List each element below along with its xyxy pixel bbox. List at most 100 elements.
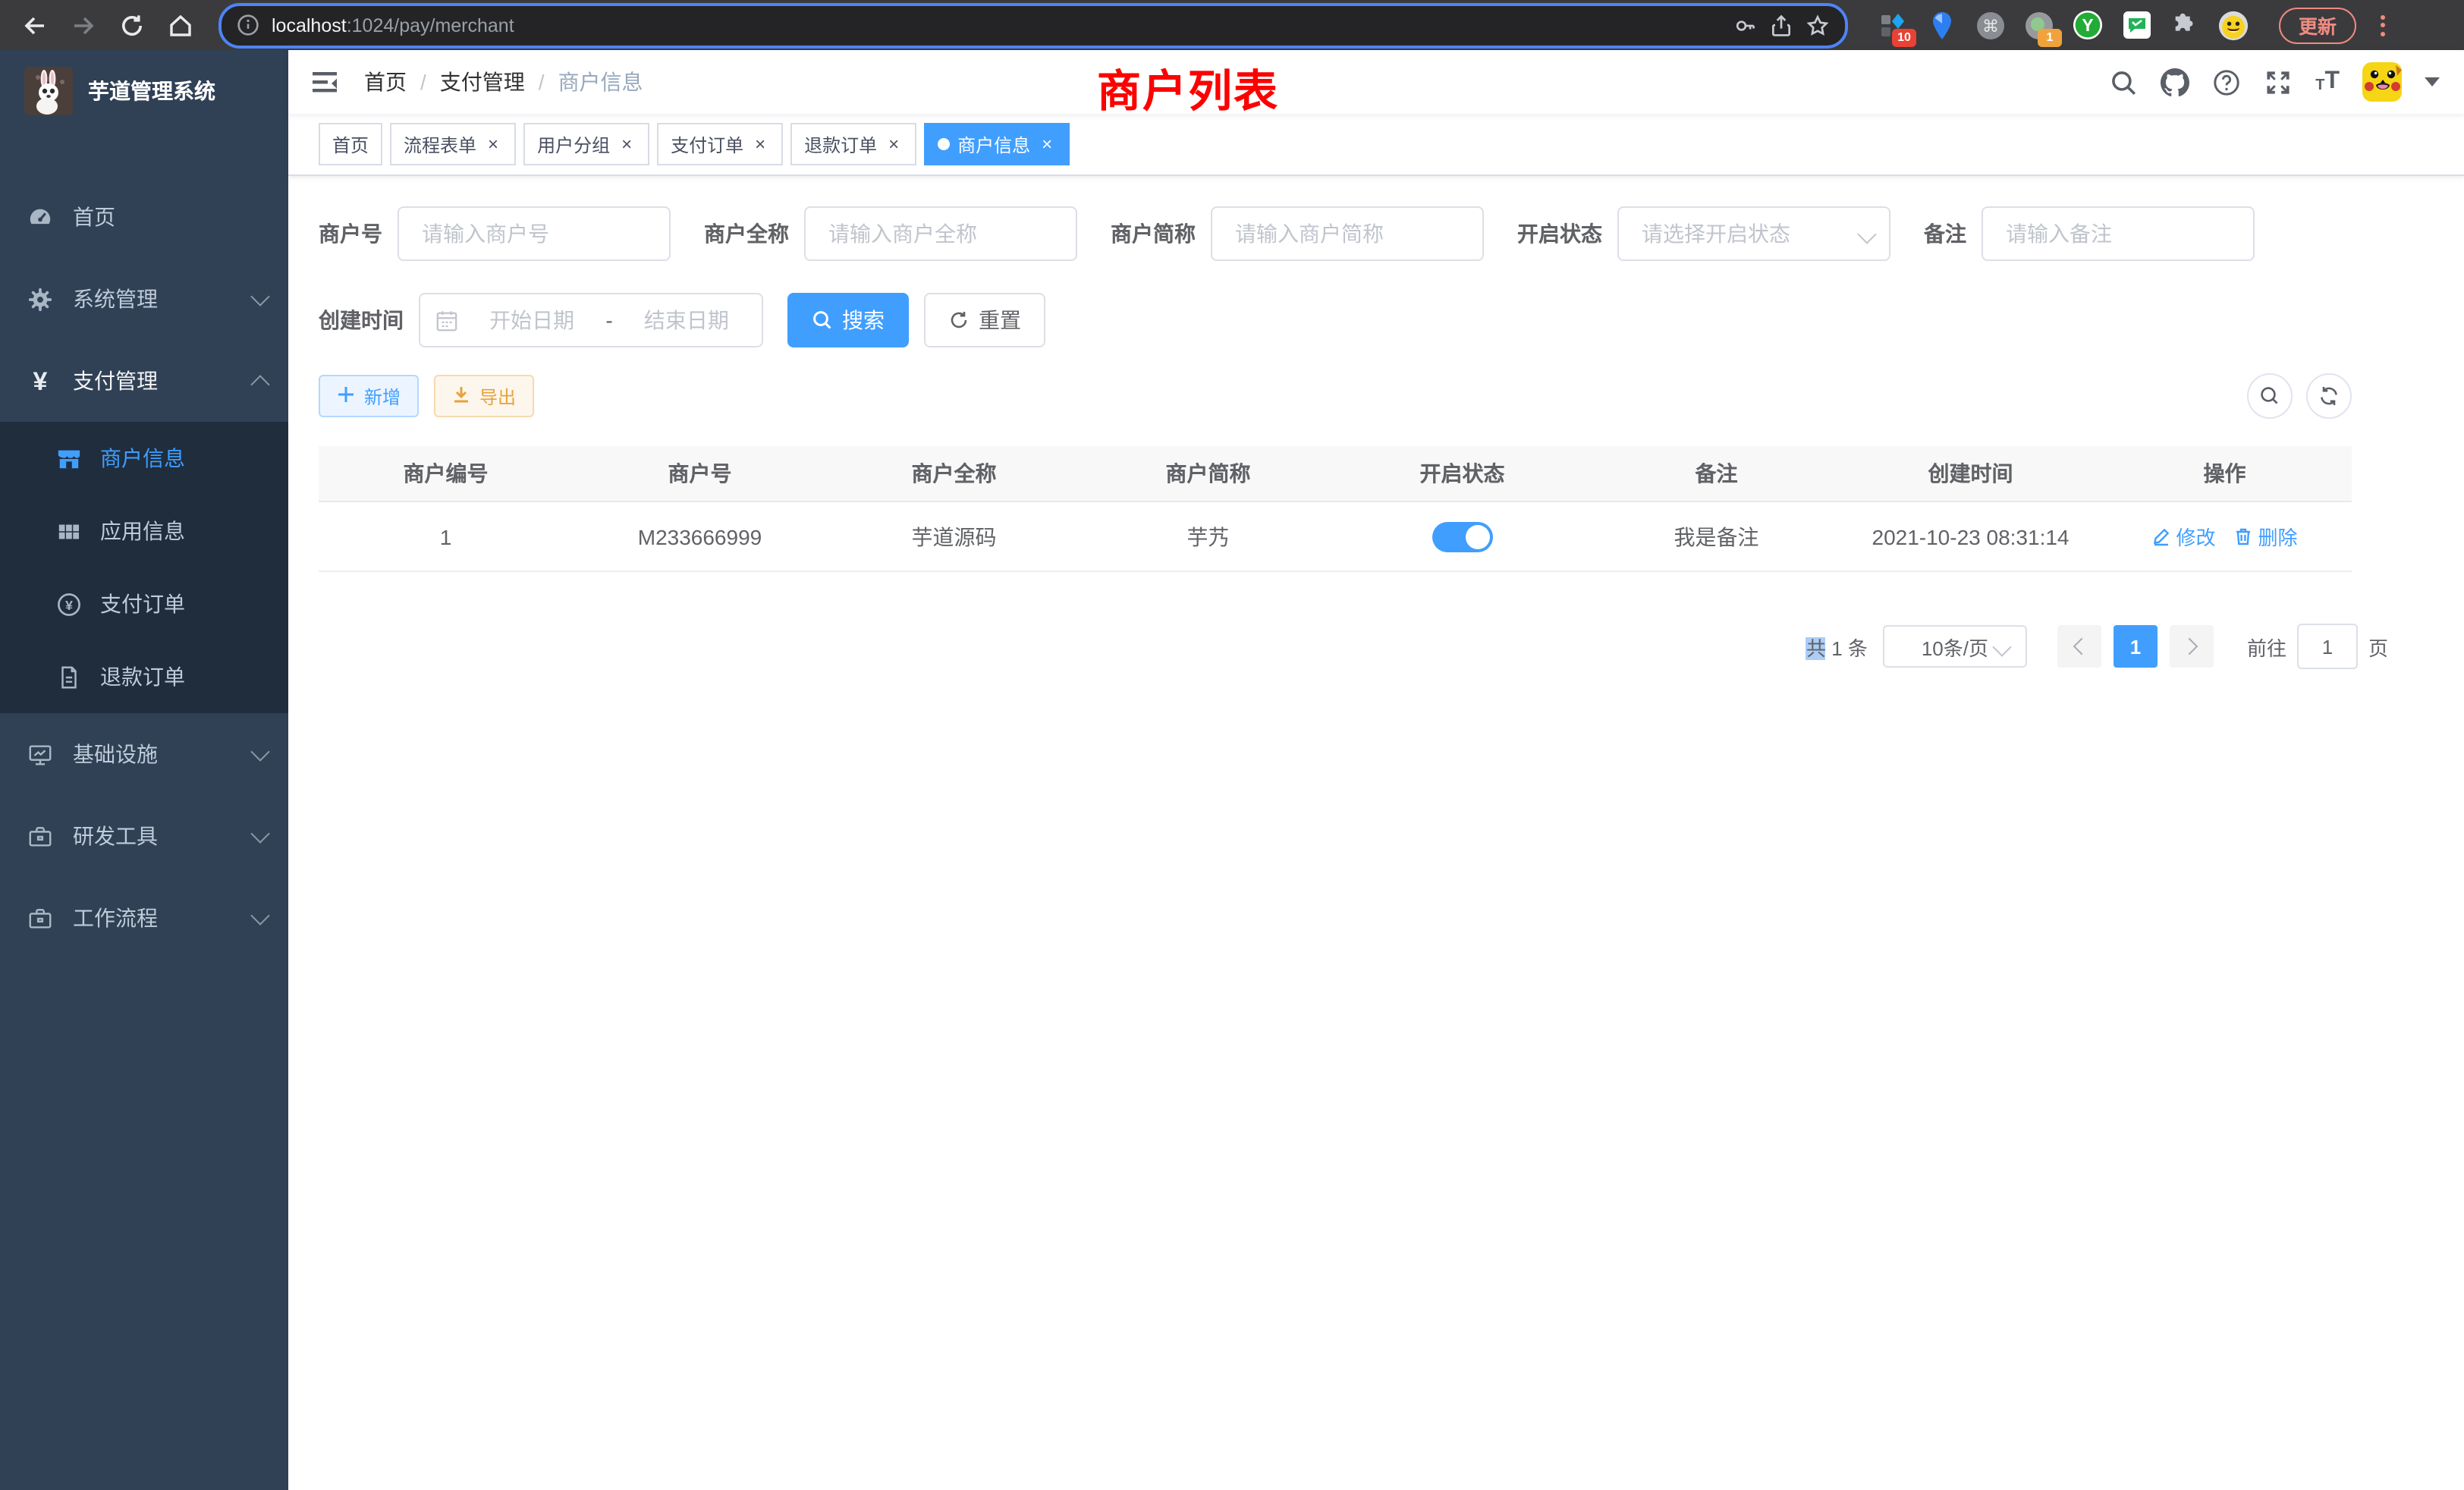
top-navbar: 首页 / 支付管理 / 商户信息 商户列表 (288, 50, 2464, 114)
close-icon[interactable] (1038, 135, 1056, 153)
tab-refund-order[interactable]: 退款订单 (790, 123, 916, 165)
github-icon[interactable] (2161, 68, 2189, 96)
edit-icon (2151, 527, 2171, 546)
sidebar-item-refund-order[interactable]: 退款订单 (0, 640, 288, 713)
extension-badge: 10 (1892, 28, 1916, 46)
export-button[interactable]: 导出 (434, 375, 534, 417)
short-name-input[interactable] (1211, 206, 1484, 261)
create-time-label: 创建时间 (319, 305, 404, 335)
remark-input[interactable] (1982, 206, 2255, 261)
sidebar-item-workflow[interactable]: 工作流程 (0, 877, 288, 959)
site-info-icon[interactable] (237, 14, 259, 36)
goto-page-input[interactable] (2297, 624, 2358, 669)
add-button[interactable]: 新增 (319, 375, 419, 417)
start-date-placeholder[interactable]: 开始日期 (472, 305, 592, 335)
status-toggle[interactable] (1432, 521, 1493, 552)
close-icon[interactable] (751, 135, 769, 153)
close-icon[interactable] (885, 135, 903, 153)
sidebar-item-home[interactable]: 首页 (0, 176, 288, 258)
status-select[interactable] (1617, 206, 1890, 261)
extension-recorder-icon[interactable]: 1 (2024, 10, 2054, 40)
delete-link[interactable]: 删除 (2234, 522, 2298, 551)
browser-update-button[interactable]: 更新 (2279, 7, 2356, 43)
browser-menu-icon[interactable] (2381, 14, 2385, 36)
full-name-input[interactable] (804, 206, 1077, 261)
create-time-range-picker[interactable]: 开始日期 - 结束日期 (419, 293, 763, 347)
breadcrumb-section[interactable]: 支付管理 (440, 67, 525, 97)
browser-address-bar[interactable]: localhost:1024/pay/merchant (218, 2, 1848, 48)
sidebar-collapse-icon[interactable] (310, 67, 340, 97)
bookmark-star-icon[interactable] (1806, 13, 1830, 37)
sidebar-item-devtools[interactable]: 研发工具 (0, 795, 288, 877)
extension-pin-icon[interactable] (1927, 10, 1957, 40)
browser-back-icon[interactable] (15, 5, 55, 45)
close-icon[interactable] (618, 135, 636, 153)
remark-label: 备注 (1924, 218, 1966, 249)
sidebar-item-merchant-info[interactable]: 商户信息 (0, 422, 288, 495)
extension-chat-icon[interactable] (2121, 10, 2151, 40)
refresh-icon (2318, 385, 2340, 407)
breadcrumb-current: 商户信息 (558, 67, 643, 97)
app-logo-rabbit (24, 66, 73, 115)
sidebar-item-app-info[interactable]: 应用信息 (0, 495, 288, 567)
sidebar-menu: 首页 系统管理 ¥ 支付管理 (0, 176, 288, 959)
sidebar-item-system[interactable]: 系统管理 (0, 258, 288, 340)
status-label: 开启状态 (1517, 218, 1602, 249)
filter-row-1: 商户号 商户全称 商户简称 开启状态 (319, 206, 2434, 261)
search-button[interactable]: 搜索 (787, 293, 909, 347)
tab-pay-order[interactable]: 支付订单 (657, 123, 783, 165)
sidebar-item-payment[interactable]: ¥ 支付管理 (0, 340, 288, 422)
password-key-icon[interactable] (1733, 13, 1757, 37)
profile-emoji-icon[interactable] (2218, 10, 2249, 40)
breadcrumb-home[interactable]: 首页 (364, 67, 407, 97)
page-number-button[interactable]: 1 (2114, 625, 2158, 668)
tab-home[interactable]: 首页 (319, 123, 382, 165)
calendar-icon (435, 309, 458, 332)
filter-row-2: 创建时间 开始日期 - 结束日期 (319, 293, 2434, 347)
table-row: 1 M233666999 芋道源码 芋艿 我是备注 2021-10-23 08:… (319, 502, 2352, 572)
plus-icon (337, 385, 358, 407)
end-date-placeholder[interactable]: 结束日期 (627, 305, 746, 335)
cell-short-name: 芋艿 (1081, 521, 1335, 552)
document-icon (56, 664, 82, 690)
extension-y-icon[interactable]: Y (2073, 10, 2103, 40)
search-icon[interactable] (2109, 68, 2138, 96)
browser-forward-icon[interactable] (64, 5, 103, 45)
tab-merchant-info[interactable]: 商户信息 (924, 123, 1070, 165)
extensions-puzzle-icon[interactable] (2170, 10, 2200, 40)
svg-text:⌘: ⌘ (1982, 16, 1999, 35)
refresh-table-button[interactable] (2306, 373, 2352, 419)
sidebar-item-pay-order[interactable]: ¥ 支付订单 (0, 567, 288, 640)
dashboard-icon (27, 204, 53, 230)
screen: localhost:1024/pay/merchant 10 ⌘ 1 Y (0, 0, 2464, 1490)
edit-link[interactable]: 修改 (2151, 522, 2215, 551)
merchant-no-input[interactable] (398, 206, 671, 261)
cell-create-time: 2021-10-23 08:31:14 (1843, 524, 2098, 549)
page-size-select[interactable]: 10条/页 (1883, 625, 2027, 668)
briefcase-icon (27, 905, 53, 931)
sidebar-item-infra[interactable]: 基础设施 (0, 713, 288, 795)
close-icon[interactable] (484, 135, 502, 153)
chevron-down-icon (250, 741, 269, 760)
reset-button[interactable]: 重置 (924, 293, 1045, 347)
gear-icon (27, 286, 53, 312)
tab-user-group[interactable]: 用户分组 (523, 123, 649, 165)
prev-page-button[interactable] (2057, 625, 2101, 668)
help-icon[interactable] (2212, 68, 2241, 96)
extension-diamond-icon[interactable]: 10 (1878, 10, 1909, 40)
browser-reload-icon[interactable] (112, 5, 152, 45)
show-search-toggle-button[interactable] (2247, 373, 2293, 419)
avatar-dropdown-caret-icon[interactable] (2425, 77, 2440, 86)
next-page-button[interactable] (2170, 625, 2214, 668)
app-logo-row[interactable]: 芋道管理系统 (0, 50, 288, 130)
sidebar: 芋道管理系统 首页 系统管理 ¥ (0, 50, 288, 1490)
share-icon[interactable] (1769, 13, 1793, 37)
merchant-table: 商户编号 商户号 商户全称 商户简称 开启状态 备注 创建时间 操作 1 M23… (319, 446, 2352, 572)
user-avatar[interactable] (2362, 62, 2402, 102)
tab-process-form[interactable]: 流程表单 (390, 123, 516, 165)
svg-text:¥: ¥ (65, 597, 73, 612)
browser-home-icon[interactable] (161, 5, 200, 45)
fullscreen-icon[interactable] (2264, 68, 2293, 96)
font-size-icon[interactable]: TT (2315, 70, 2340, 94)
extension-command-icon[interactable]: ⌘ (1975, 10, 2006, 40)
